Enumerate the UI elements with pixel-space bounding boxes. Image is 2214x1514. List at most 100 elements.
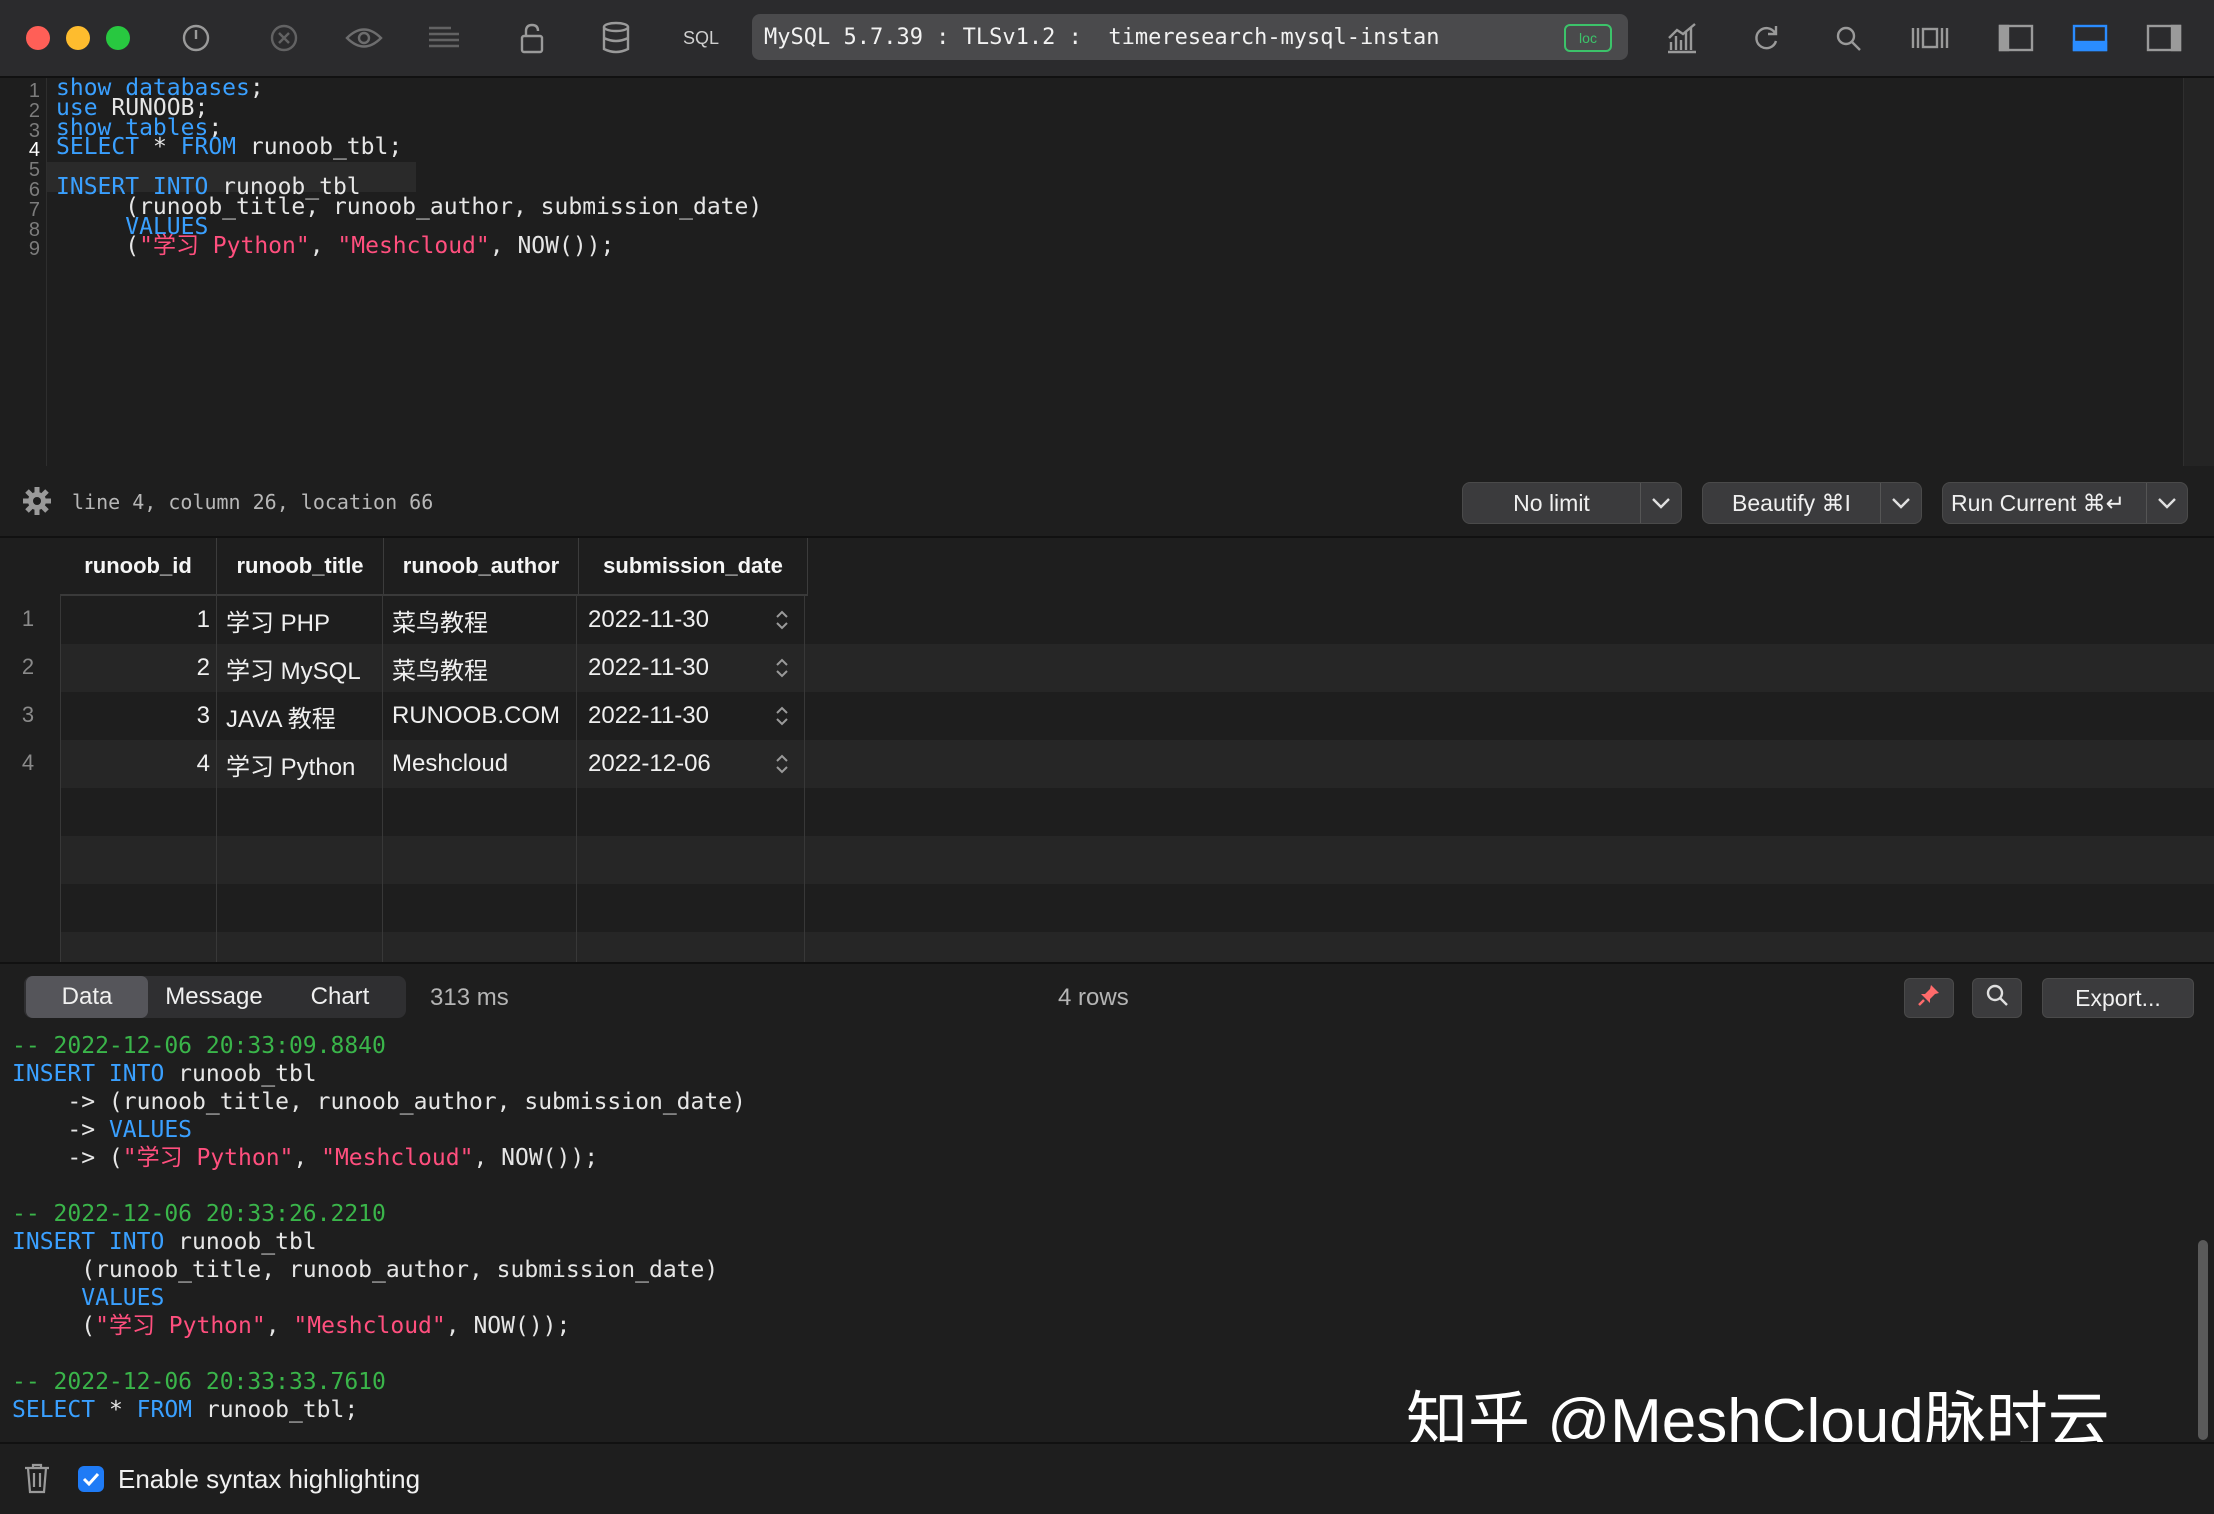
results-tab-control: Data Message Chart	[24, 976, 406, 1018]
run-current-label: Run Current ⌘↵	[1951, 489, 2125, 516]
string-token: "学习 Python"	[122, 1145, 294, 1171]
chevron-down-icon[interactable]	[2146, 483, 2187, 523]
chart-bars-icon[interactable]	[1662, 18, 1702, 58]
eye-icon[interactable]	[342, 18, 386, 58]
date-stepper-icon[interactable]	[774, 752, 790, 781]
connection-text: MySQL 5.7.39 : TLSv1.2 : timeresearch-my…	[764, 24, 1440, 50]
tab-message[interactable]: Message	[154, 976, 274, 1018]
date-stepper-icon[interactable]	[774, 608, 790, 637]
column-header[interactable]: submission_date	[579, 538, 808, 594]
cell-id[interactable]: 2	[60, 644, 210, 692]
column-header[interactable]: runoob_title	[217, 538, 384, 594]
chevron-down-icon[interactable]	[1880, 483, 1921, 523]
column-header[interactable]: runoob_id	[60, 538, 217, 594]
tab-chart[interactable]: Chart	[280, 976, 400, 1018]
sql-label[interactable]: SQL	[676, 18, 726, 58]
cell-date[interactable]: 2022-12-06	[588, 740, 748, 788]
cell-id[interactable]: 1	[60, 596, 210, 644]
code-token: (runoob_title, runoob_author, submission…	[12, 1257, 719, 1283]
editor-scrollbar[interactable]	[2183, 78, 2214, 466]
format-lines-icon[interactable]	[424, 18, 464, 58]
string-token: "学习 Python"	[95, 1313, 266, 1339]
cell-author[interactable]: 菜鸟教程	[392, 644, 582, 692]
power-icon[interactable]	[176, 18, 216, 58]
syntax-highlight-checkbox[interactable]	[78, 1466, 104, 1492]
close-window-button[interactable]	[26, 26, 50, 50]
limit-dropdown[interactable]: No limit	[1462, 482, 1682, 524]
run-current-button[interactable]: Run Current ⌘↵	[1942, 482, 2188, 524]
log-line: SELECT * FROM runoob_tbl;	[12, 1396, 358, 1424]
search-icon[interactable]	[1830, 18, 1866, 58]
cell-title[interactable]: 学习 MySQL	[226, 644, 386, 692]
results-toolbar: Data Message Chart 313 ms 4 rows Export.…	[0, 962, 2214, 1032]
keyword-token: SELECT	[12, 1397, 96, 1423]
chevron-down-icon[interactable]	[1640, 483, 1681, 523]
log-line: -- 2022-12-06 20:33:09.8840	[12, 1032, 386, 1060]
code-token: ,	[265, 1313, 294, 1339]
code-token: (	[56, 233, 140, 260]
cell-id[interactable]: 4	[60, 740, 210, 788]
cell-date[interactable]: 2022-11-30	[588, 596, 748, 644]
date-stepper-icon[interactable]	[774, 656, 790, 685]
code-line: SELECT * FROM runoob_tbl;	[56, 133, 402, 161]
code-token: -> (	[12, 1145, 123, 1171]
log-scrollbar[interactable]	[2198, 1240, 2208, 1440]
table-row[interactable]	[60, 836, 2214, 884]
grid-divider	[216, 594, 217, 962]
cell-date[interactable]: 2022-11-30	[588, 692, 748, 740]
code-token: ->	[12, 1117, 109, 1143]
search-results-button[interactable]	[1972, 978, 2022, 1018]
zoom-window-button[interactable]	[106, 26, 130, 50]
cancel-icon[interactable]	[264, 18, 304, 58]
code-token: , NOW());	[445, 1313, 571, 1339]
row-number: 4	[21, 750, 35, 775]
grid-header: runoob_id runoob_title runoob_author sub…	[60, 538, 808, 596]
left-panel-icon[interactable]	[1996, 18, 2036, 58]
export-button[interactable]: Export...	[2042, 978, 2194, 1018]
line-number: 9	[28, 238, 40, 261]
cell-title[interactable]: 学习 PHP	[226, 596, 386, 644]
cell-date[interactable]: 2022-11-30	[588, 644, 748, 692]
log-line: INSERT INTO runoob_tbl	[12, 1060, 317, 1088]
cell-title[interactable]: JAVA 教程	[226, 692, 386, 740]
minimize-window-button[interactable]	[66, 26, 90, 50]
result-grid[interactable]: runoob_id runoob_title runoob_author sub…	[0, 538, 2214, 980]
date-stepper-icon[interactable]	[774, 704, 790, 733]
keyword-token: FROM	[136, 1397, 193, 1423]
code-token: runoob_tbl;	[192, 1397, 359, 1423]
string-token: "学习 Python"	[139, 233, 310, 260]
bottom-panel-icon[interactable]	[2070, 18, 2110, 58]
log-line: -- 2022-12-06 20:33:33.7610	[12, 1368, 386, 1396]
toolbar: SQL MySQL 5.7.39 : TLSv1.2 : timeresearc…	[0, 0, 2214, 78]
sql-editor[interactable]: 123456789 show databases; use RUNOOB; show…	[0, 75, 2214, 466]
pin-button[interactable]	[1904, 978, 1954, 1018]
beautify-button[interactable]: Beautify ⌘I	[1702, 482, 1922, 524]
code-token: runoob_tbl	[164, 1061, 317, 1087]
cell-author[interactable]: Meshcloud	[392, 740, 582, 788]
table-row[interactable]	[60, 788, 2214, 836]
table-row[interactable]	[60, 884, 2214, 932]
lock-icon[interactable]	[514, 18, 550, 58]
log-line: -> (runoob_title, runoob_author, submiss…	[12, 1088, 746, 1116]
code-token: runoob_tbl	[164, 1229, 317, 1255]
refresh-icon[interactable]	[1748, 18, 1784, 58]
trash-icon[interactable]	[22, 1462, 52, 1494]
code-token: (	[12, 1313, 96, 1339]
cell-id[interactable]: 3	[60, 692, 210, 740]
right-panel-icon[interactable]	[2144, 18, 2184, 58]
cell-title[interactable]: 学习 Python	[226, 740, 386, 788]
connection-info[interactable]: MySQL 5.7.39 : TLSv1.2 : timeresearch-my…	[752, 14, 1628, 60]
loc-badge: loc	[1564, 24, 1612, 52]
cell-author[interactable]: 菜鸟教程	[392, 596, 582, 644]
column-header[interactable]: runoob_author	[384, 538, 579, 594]
cell-author[interactable]: RUNOOB.COM	[392, 692, 582, 740]
columns-view-icon[interactable]	[1908, 18, 1952, 58]
gear-icon[interactable]	[22, 486, 52, 516]
keyword-token: SELECT	[56, 134, 140, 161]
tab-data[interactable]: Data	[26, 976, 148, 1018]
line-number-gutter: 123456789	[0, 78, 47, 466]
row-count: 4 rows	[1058, 984, 1129, 1011]
database-icon[interactable]	[596, 18, 636, 58]
bottom-bar: Enable syntax highlighting	[0, 1442, 2214, 1514]
string-token: "Meshcloud"	[293, 1313, 446, 1339]
